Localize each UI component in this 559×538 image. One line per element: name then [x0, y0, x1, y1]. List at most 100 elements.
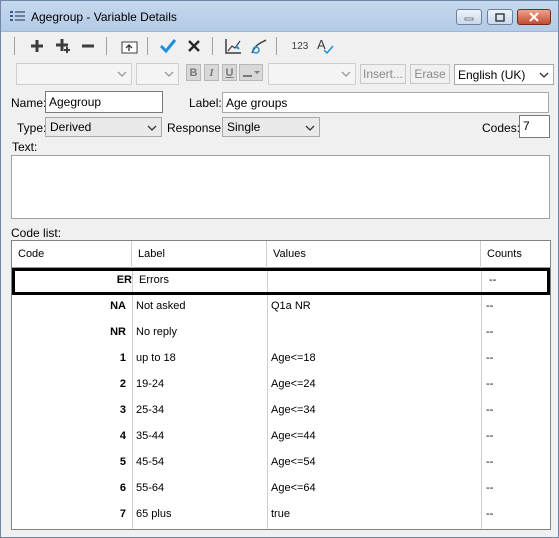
label-cell[interactable]: Errors [139, 268, 269, 294]
number-format-button[interactable]: 123 [288, 36, 312, 56]
table-row[interactable]: 2 19-24 Age<=24 -- [12, 372, 550, 398]
toolbar-separator [212, 37, 213, 55]
cancel-button[interactable] [184, 36, 204, 56]
insert-button[interactable]: Insert... [360, 64, 406, 84]
table-row[interactable]: 3 25-34 Age<=34 -- [12, 398, 550, 424]
variable-details-window: Agegroup - Variable Details 123 A B I U … [0, 0, 559, 538]
code-cell[interactable]: 6 [12, 476, 132, 502]
column-header-values[interactable]: Values [267, 241, 481, 268]
column-header-counts[interactable]: Counts [481, 241, 550, 268]
values-cell[interactable]: Age<=18 [271, 346, 481, 372]
table-row[interactable]: NA Not asked Q1a NR -- [12, 294, 550, 320]
minimize-button[interactable] [456, 9, 482, 25]
values-cell[interactable] [271, 320, 481, 346]
label-cell[interactable]: 55-64 [136, 476, 266, 502]
counts-cell[interactable]: -- [486, 372, 546, 398]
code-cell[interactable]: 4 [12, 424, 132, 450]
title-bar[interactable]: Agegroup - Variable Details [1, 1, 558, 32]
label-cell[interactable]: up to 18 [136, 346, 266, 372]
chart-edit-button[interactable] [223, 36, 243, 56]
label-cell[interactable]: 19-24 [136, 372, 266, 398]
label-cell[interactable]: 45-54 [136, 450, 266, 476]
type-select[interactable]: Derived [45, 117, 162, 137]
language-select[interactable]: English (UK) [454, 64, 554, 85]
code-cell[interactable]: NA [12, 294, 132, 320]
chevron-down-icon [117, 71, 127, 77]
text-color-button[interactable] [239, 64, 263, 81]
code-list-title: Code list: [11, 226, 62, 240]
counts-cell[interactable]: -- [486, 294, 546, 320]
chart-edit-icon [225, 38, 241, 54]
counts-cell[interactable]: -- [486, 346, 546, 372]
code-cell[interactable]: 1 [12, 346, 132, 372]
format-toolbar: B I U Insert... Erase English (UK) [10, 61, 556, 87]
label-cell[interactable]: 35-44 [136, 424, 266, 450]
code-cell[interactable]: 7 [12, 502, 132, 528]
add-multiple-button[interactable] [53, 36, 73, 56]
chevron-down-icon [341, 71, 351, 77]
values-cell[interactable]: Age<=24 [271, 372, 481, 398]
table-row[interactable]: 6 55-64 Age<=64 -- [12, 476, 550, 502]
spell-check-button[interactable]: A [315, 36, 335, 56]
label-field[interactable]: Age groups [222, 92, 549, 113]
font-size-combo[interactable] [136, 63, 179, 85]
code-cell[interactable]: NR [12, 320, 132, 346]
toolbar-separator [276, 37, 277, 55]
table-row[interactable]: 4 35-44 Age<=44 -- [12, 424, 550, 450]
values-cell[interactable]: Q1a NR [271, 294, 481, 320]
counts-cell[interactable]: -- [486, 476, 546, 502]
label-cell[interactable]: Not asked [136, 294, 266, 320]
code-cell[interactable]: 3 [12, 398, 132, 424]
style-combo[interactable] [268, 63, 356, 85]
code-cell[interactable]: 2 [12, 372, 132, 398]
app-list-icon [10, 11, 25, 21]
codes-field[interactable]: 7 [519, 115, 550, 138]
response-value: Single [227, 120, 261, 134]
column-header-code[interactable]: Code [12, 241, 132, 268]
chevron-down-icon [147, 125, 157, 131]
counts-cell[interactable]: -- [486, 320, 546, 346]
code-cell[interactable]: 5 [12, 450, 132, 476]
values-cell[interactable]: Age<=44 [271, 424, 481, 450]
values-cell[interactable] [274, 268, 484, 294]
label-cell[interactable]: No reply [136, 320, 266, 346]
label-cell[interactable]: 65 plus [136, 502, 266, 528]
values-cell[interactable]: Age<=34 [271, 398, 481, 424]
values-cell[interactable]: true [271, 502, 481, 528]
bold-button[interactable]: B [186, 64, 201, 81]
table-row[interactable]: NR No reply -- [12, 320, 550, 346]
table-row[interactable]: 1 up to 18 Age<=18 -- [12, 346, 550, 372]
move-up-button[interactable] [119, 36, 139, 56]
underline-button[interactable]: U [222, 64, 237, 81]
remove-code-button[interactable] [78, 36, 98, 56]
counts-cell[interactable]: -- [486, 502, 546, 528]
column-header-label[interactable]: Label [132, 241, 267, 268]
table-row[interactable]: 5 45-54 Age<=54 -- [12, 450, 550, 476]
add-code-button[interactable] [27, 36, 47, 56]
name-field[interactable]: Agegroup [45, 91, 163, 113]
table-row[interactable]: ER Errors -- [12, 268, 550, 295]
erase-button[interactable]: Erase [410, 64, 450, 84]
accept-button[interactable] [158, 36, 178, 56]
label-cell[interactable]: 25-34 [136, 398, 266, 424]
values-cell[interactable]: Age<=64 [271, 476, 481, 502]
chart-link-button[interactable] [249, 36, 269, 56]
counts-cell[interactable]: -- [489, 268, 549, 294]
code-list-grid[interactable]: Code Label Values Counts ER Errors -- NA Not… [11, 240, 551, 530]
counts-cell[interactable]: -- [486, 398, 546, 424]
close-button[interactable] [517, 9, 551, 25]
values-cell[interactable]: Age<=54 [271, 450, 481, 476]
response-select[interactable]: Single [222, 117, 320, 137]
maximize-button[interactable] [487, 9, 513, 25]
font-family-combo[interactable] [16, 63, 132, 85]
counts-cell[interactable]: -- [486, 450, 546, 476]
table-row[interactable]: 7 65 plus true -- [12, 502, 550, 528]
text-color-icon [243, 70, 260, 77]
main-toolbar: 123 A [10, 34, 550, 58]
add-multiple-icon [56, 39, 70, 53]
code-cell[interactable]: ER [15, 268, 135, 294]
italic-button[interactable]: I [204, 64, 219, 81]
chevron-down-icon [539, 72, 549, 78]
text-area[interactable] [11, 155, 550, 219]
counts-cell[interactable]: -- [486, 424, 546, 450]
